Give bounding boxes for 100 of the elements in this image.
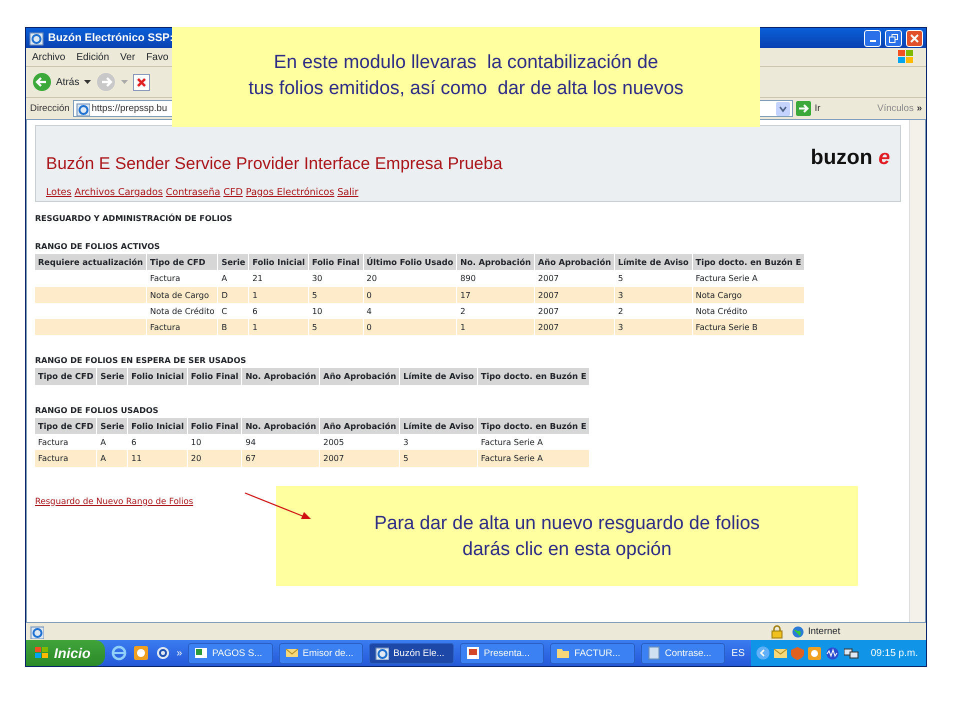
envelope-icon [284, 646, 299, 660]
table-cell-text: 21 [251, 272, 264, 286]
restore-button[interactable] [885, 30, 902, 46]
minimize-icon [870, 40, 876, 42]
column-header: Tipo de CFD [35, 418, 96, 434]
table-cell-text: Nota Crédito [694, 304, 748, 318]
table-cell: 2007 [535, 319, 614, 336]
spreadsheet-icon [194, 646, 208, 660]
start-button[interactable]: Inicio [26, 640, 105, 666]
table-cell-text: 4 [366, 304, 373, 318]
table-cell-text: 94 [244, 436, 257, 450]
column-header: Último Folio Usado [364, 254, 456, 270]
table-cell-text: 6 [251, 304, 259, 318]
taskbar-button[interactable]: Contrase... [640, 642, 726, 664]
table-cell: 1 [457, 319, 534, 336]
taskbar-button[interactable]: PAGOS S... [188, 642, 273, 664]
more-chevron[interactable]: » [916, 103, 922, 114]
dropdown-icon[interactable] [776, 102, 790, 116]
table-cell-text: 2 [459, 304, 466, 318]
table-cell-text: Factura Serie A [480, 436, 544, 450]
new-range-link[interactable]: Resguardo de Nuevo Rango de Folios [35, 496, 194, 507]
taskbar-button[interactable]: FACTUR... [550, 642, 635, 664]
table-cell-text: 5 [617, 272, 624, 286]
wave-icon[interactable] [824, 646, 840, 660]
table-cell-text: 10 [310, 304, 324, 318]
close-button[interactable] [906, 30, 923, 46]
taskbar-button[interactable]: Emisor de... [278, 642, 364, 664]
language-indicator[interactable]: ES [731, 648, 745, 658]
page-title: Buzón E Sender Service Provider Interface Empresa Prueba [46, 154, 502, 174]
column-header: No. Aprobación [242, 418, 320, 434]
menu-item[interactable]: Favo [146, 52, 168, 62]
column-header: Límite de Aviso [400, 368, 477, 385]
more-chevron[interactable]: » [176, 648, 182, 658]
table-cell: 2007 [535, 286, 614, 303]
go-button[interactable]: Ir [796, 101, 820, 116]
table-cell: 3 [615, 286, 692, 303]
nav-link[interactable]: CFD [223, 187, 243, 198]
table-cell: 5 [308, 286, 363, 303]
table-cell: Nota de Cargo [147, 286, 218, 303]
column-header: Tipo de CFD [35, 368, 96, 385]
column-header: Tipo docto. en Buzón E [478, 418, 590, 434]
table-cell: 17 [457, 286, 534, 303]
table-cell-text: Factura [37, 436, 70, 450]
windows-logo-icon [896, 49, 916, 65]
callout-text: Para dar de alta un nuevo resguardo de folios darás clic en esta opción [374, 512, 760, 562]
browser-icon[interactable] [110, 645, 127, 661]
nav-link[interactable]: Salir [337, 187, 358, 198]
table-cell: 11 [128, 450, 187, 467]
stop-icon[interactable] [133, 74, 150, 90]
table-cell-text: C [220, 304, 228, 318]
column-header: No. Aprobación [457, 254, 534, 270]
column-header: Tipo docto. en Buzón E [692, 254, 804, 270]
column-header: No. Aprobación [242, 368, 320, 385]
column-header: Serie [97, 368, 128, 385]
column-header: Folio Inicial [249, 254, 308, 270]
nav-link[interactable]: Archivos Cargados [74, 187, 163, 198]
taskbar-button[interactable]: Buzón Ele... [369, 642, 454, 664]
column-header: Folio Inicial [128, 368, 187, 385]
table-cell: Factura [35, 450, 96, 467]
table-cell: B [218, 319, 248, 336]
dropdown-arrow-icon[interactable] [84, 80, 92, 84]
restore-icon [889, 34, 898, 42]
table-cell-text: 6 [130, 436, 138, 450]
table-cell: Factura [147, 319, 218, 336]
nav-link[interactable]: Pagos Electrónicos [246, 187, 334, 198]
menu-item[interactable]: Archivo [32, 52, 66, 62]
taskbar-button[interactable]: Presenta... [460, 642, 544, 664]
table-title: RANGO DE FOLIOS USADOS [35, 404, 160, 417]
table-cell-text: 20 [366, 272, 378, 286]
table-cell: A [97, 450, 128, 467]
table-cell-text: 2007 [537, 304, 560, 318]
table-cell: 20 [188, 450, 242, 467]
table-cell-text: 2007 [537, 272, 560, 286]
page-icon [76, 102, 90, 116]
table-cell-text: Factura Serie A [694, 272, 759, 286]
table-cell-text: Nota de Crédito [149, 304, 216, 318]
clock-time: 09:15 p.m. [870, 648, 918, 658]
logo: buzon e [810, 146, 890, 171]
windows-logo-icon [34, 646, 50, 660]
scrollbar[interactable] [909, 120, 925, 622]
table-cell-text: 2005 [322, 436, 346, 450]
table-cell: D [218, 286, 248, 303]
menu-item[interactable]: Ver [120, 52, 136, 62]
table-title: RANGO DE FOLIOS EN ESPERA DE SER USADOS [35, 355, 248, 368]
network-icon[interactable] [844, 646, 859, 660]
address-label: Dirección [30, 103, 70, 114]
nav-link[interactable]: Lotes [46, 187, 72, 198]
nav-link[interactable]: Contraseña [166, 187, 220, 198]
table-cell: 1 [249, 319, 308, 336]
browser-icon [375, 646, 390, 660]
table-cell-text: 890 [459, 272, 477, 286]
section-heading: RESGUARDO Y ADMINISTRACIÓN DE FOLIOS [35, 213, 234, 225]
table-cell: 0 [364, 319, 456, 336]
back-button[interactable]: Atrás [32, 72, 80, 92]
menu-item[interactable]: Edición [76, 52, 110, 62]
column-header: Tipo de CFD [147, 254, 218, 270]
chevron-icon[interactable] [756, 646, 770, 660]
column-header: Requiere actualización [35, 254, 146, 270]
browser-icon [29, 30, 44, 46]
minimize-button[interactable] [864, 30, 881, 46]
